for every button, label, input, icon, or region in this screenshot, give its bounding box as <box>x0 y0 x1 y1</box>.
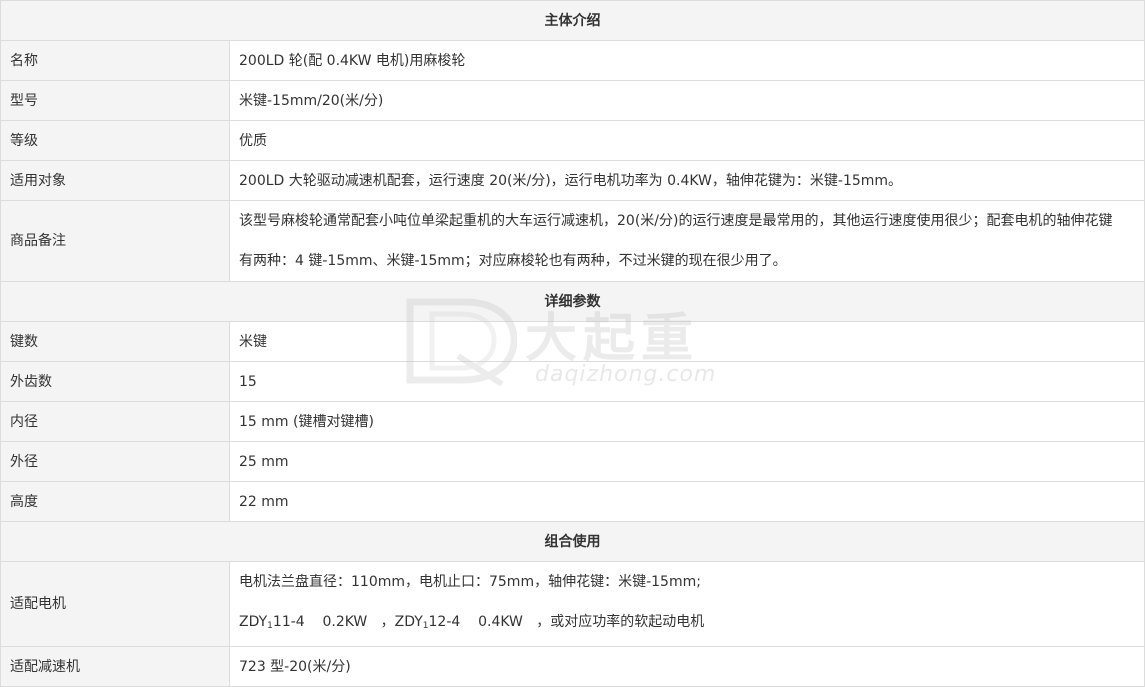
row-label: 适用对象 <box>0 160 230 201</box>
row-value: 25 mm <box>229 441 1145 482</box>
table-row: 适配电机 电机法兰盘直径：110mm，电机止口：75mm，轴伸花键：米键-15m… <box>0 561 1145 647</box>
section-title: 主体介绍 <box>0 0 1145 41</box>
table-row: 商品备注 该型号麻梭轮通常配套小吨位单梁起重机的大车运行减速机，20(米/分)的… <box>0 200 1145 282</box>
table-row: 适配减速机 723 型-20(米/分) <box>0 646 1145 687</box>
row-value: 米键 <box>229 321 1145 362</box>
section-header-params: 详细参数 <box>0 281 1145 322</box>
row-value: 15 mm (键槽对键槽) <box>229 401 1145 442</box>
row-value: 优质 <box>229 120 1145 161</box>
motor-model-text: 11-4 0.2KW ，ZDY <box>272 614 423 630</box>
table-row: 型号 米键-15mm/20(米/分) <box>0 80 1145 121</box>
motor-model-text: 12-4 0.4KW ，或对应功率的软起动电机 <box>428 614 705 630</box>
table-row: 外径 25 mm <box>0 441 1145 482</box>
row-value: 22 mm <box>229 481 1145 522</box>
row-label: 内径 <box>0 401 230 442</box>
row-label: 适配电机 <box>0 561 230 647</box>
row-label: 外径 <box>0 441 230 482</box>
row-value: 200LD 轮(配 0.4KW 电机)用麻梭轮 <box>229 40 1145 81</box>
row-label: 等级 <box>0 120 230 161</box>
row-label: 适配减速机 <box>0 646 230 687</box>
row-value: 723 型-20(米/分) <box>229 646 1145 687</box>
row-label: 键数 <box>0 321 230 362</box>
row-label: 商品备注 <box>0 200 230 282</box>
row-label: 名称 <box>0 40 230 81</box>
table-row: 适用对象 200LD 大轮驱动减速机配套，运行速度 20(米/分)，运行电机功率… <box>0 160 1145 201</box>
section-header-combo: 组合使用 <box>0 521 1145 562</box>
table-row: 外齿数 15 <box>0 361 1145 402</box>
remark-line: 该型号麻梭轮通常配套小吨位单梁起重机的大车运行减速机，20(米/分)的运行速度是… <box>239 213 1113 229</box>
row-label: 型号 <box>0 80 230 121</box>
row-label: 外齿数 <box>0 361 230 402</box>
table-row: 等级 优质 <box>0 120 1145 161</box>
motor-line: 电机法兰盘直径：110mm，电机止口：75mm，轴伸花键：米键-15mm; <box>239 574 701 590</box>
table-row: 名称 200LD 轮(配 0.4KW 电机)用麻梭轮 <box>0 40 1145 81</box>
spec-table: 主体介绍 名称 200LD 轮(配 0.4KW 电机)用麻梭轮 型号 米键-15… <box>0 0 1145 687</box>
section-header-intro: 主体介绍 <box>0 0 1145 41</box>
section-title: 组合使用 <box>0 521 1145 562</box>
remark-line: 有两种：4 键-15mm、米键-15mm；对应麻梭轮也有两种，不过米键的现在很少… <box>239 253 787 269</box>
row-value: 该型号麻梭轮通常配套小吨位单梁起重机的大车运行减速机，20(米/分)的运行速度是… <box>229 200 1145 282</box>
row-value: 米键-15mm/20(米/分) <box>229 80 1145 121</box>
table-row: 内径 15 mm (键槽对键槽) <box>0 401 1145 442</box>
row-value: 15 <box>229 361 1145 402</box>
motor-line: ZDY111-4 0.2KW ，ZDY112-4 0.4KW ，或对应功率的软起… <box>239 602 1135 646</box>
row-value: 电机法兰盘直径：110mm，电机止口：75mm，轴伸花键：米键-15mm; ZD… <box>229 561 1145 647</box>
row-label: 高度 <box>0 481 230 522</box>
row-value: 200LD 大轮驱动减速机配套，运行速度 20(米/分)，运行电机功率为 0.4… <box>229 160 1145 201</box>
motor-model-prefix: ZDY <box>239 614 268 630</box>
table-row: 高度 22 mm <box>0 481 1145 522</box>
section-title: 详细参数 <box>0 281 1145 322</box>
table-row: 键数 米键 <box>0 321 1145 362</box>
